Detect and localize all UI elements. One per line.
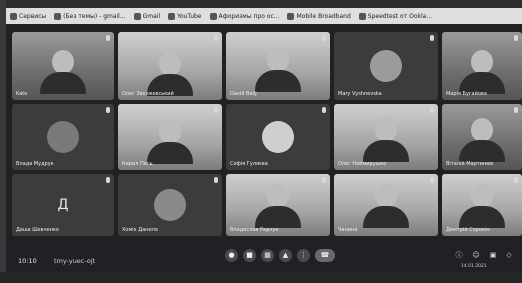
participant-video (459, 118, 505, 162)
tray-date: 14.01.2021 (461, 264, 487, 269)
participant-avatar (262, 121, 294, 153)
participant-video (459, 50, 505, 94)
mic-icon (322, 107, 326, 113)
chat-icon[interactable]: ▣ (488, 250, 498, 260)
participant-tile[interactable]: Mary Vyshnevska (334, 32, 438, 100)
participant-name: Kate (16, 91, 28, 97)
participant-video (459, 184, 505, 228)
participant-name: Віталій Мартинюк (446, 161, 494, 167)
participant-tile[interactable]: Олег Звєзжевський (118, 32, 222, 100)
participant-tile[interactable]: Віталій Мартинюк (442, 104, 522, 170)
participant-name: David Belij (230, 91, 257, 97)
bookmarks-bar: Сервисы (Без темы) - gmail... Gmail YouT… (6, 8, 522, 24)
participant-tile[interactable]: David Belij (226, 32, 330, 100)
screen: Сервисы (Без темы) - gmail... Gmail YouT… (6, 8, 522, 272)
bookmark-youtube[interactable]: YouTube (168, 12, 202, 20)
mic-icon (214, 177, 218, 183)
participant-tile[interactable]: Хоміх Данило (118, 174, 222, 236)
more-icon[interactable]: ⋮ (297, 249, 310, 262)
mic-icon (214, 107, 218, 113)
participant-name: Дмитрій Сорокін (446, 227, 490, 233)
mic-icon (322, 35, 326, 41)
info-icon[interactable]: ⓘ (454, 250, 464, 260)
page-icon (209, 12, 217, 20)
speedtest-icon (358, 12, 366, 20)
participant-video (147, 52, 193, 96)
participant-tile[interactable]: Кирил Песь (118, 104, 222, 170)
bookmark-no-subject[interactable]: (Без темы) - gmail... (54, 12, 126, 20)
participant-initial: Д (57, 197, 69, 213)
participant-video (40, 50, 86, 94)
mic-icon (514, 107, 518, 113)
participant-tile[interactable]: Софія Гуляєва (226, 104, 330, 170)
bookmark-mobile-broadband[interactable]: Mobile Broadband (287, 12, 351, 20)
participant-name: Mary Vyshnevska (338, 91, 382, 97)
people-icon[interactable]: ☺ (471, 250, 481, 260)
monitor-bezel-bottom (0, 272, 522, 283)
bookmark-services[interactable]: Сервисы (10, 12, 47, 20)
participant-avatar (154, 189, 186, 221)
bookmark-label: (Без темы) - gmail... (63, 12, 126, 20)
mic-icon (430, 35, 434, 41)
mic-icon (514, 35, 518, 41)
participant-name: Влада Мудрук (16, 161, 54, 167)
participant-video (363, 184, 409, 228)
captions-icon[interactable]: ▦ (261, 249, 274, 262)
participant-name: Владислав Радчук (230, 227, 279, 233)
bookmark-label: Speedtest от Ookla... (367, 12, 433, 20)
meeting-time: 10:10 (18, 257, 37, 265)
participant-tile[interactable]: Влада Мудрук (12, 104, 114, 170)
participant-name: Марія Бугайова (446, 91, 487, 97)
mic-icon (322, 177, 326, 183)
participant-name: Даша Шевченко (16, 227, 59, 233)
participant-tile[interactable]: Олег Наймирушко (334, 104, 438, 170)
participant-video (255, 48, 301, 92)
mic-icon (430, 107, 434, 113)
mic-icon (106, 35, 110, 41)
participant-tile[interactable]: Марія Бугайова (442, 32, 522, 100)
broadband-icon (287, 12, 295, 20)
bookmark-label: Сервисы (19, 12, 47, 20)
meeting-controls: ● ■ ▦ ▲ ⋮ ☎ ⓘ ☺ ▣ ◇ (6, 238, 522, 272)
microphone-icon[interactable]: ● (225, 249, 238, 262)
mic-icon (430, 177, 434, 183)
participant-name: Хоміх Данило (122, 227, 158, 233)
participant-tile[interactable]: Владислав Радчук (226, 174, 330, 236)
participant-avatar (370, 50, 402, 82)
participant-name: Олег Звєзжевський (122, 91, 174, 97)
gmail-icon (54, 12, 62, 20)
participant-name: Софія Гуляєва (230, 161, 268, 167)
participant-name: Кирил Песь (122, 161, 153, 167)
end-call-icon[interactable]: ☎ (315, 249, 335, 262)
mic-icon (514, 177, 518, 183)
bookmark-label: YouTube (177, 12, 202, 20)
participant-video (363, 118, 409, 162)
bookmark-aphorisms[interactable]: Афоризмы про ос... (209, 12, 280, 20)
bookmark-label: Mobile Broadband (296, 12, 351, 20)
participant-avatar (47, 121, 79, 153)
bookmark-speedtest[interactable]: Speedtest от Ookla... (358, 12, 433, 20)
bookmark-label: Афоризмы про ос... (218, 12, 280, 20)
meet-grid: Kate Олег Звєзжевський David Belij Mary … (6, 24, 522, 272)
mic-icon (106, 177, 110, 183)
camera-icon[interactable]: ■ (243, 249, 256, 262)
participant-video (255, 184, 301, 228)
bookmark-label: Gmail (142, 12, 161, 20)
mic-icon (106, 107, 110, 113)
youtube-icon (168, 12, 176, 20)
apps-icon (10, 12, 17, 20)
bookmark-gmail[interactable]: Gmail (133, 12, 161, 20)
activities-icon[interactable]: ◇ (504, 250, 514, 260)
meeting-code: tmy-yuec-ojt (54, 257, 96, 265)
participant-tile[interactable]: Kate (12, 32, 114, 100)
mic-icon (214, 35, 218, 41)
participant-tile[interactable]: Д Даша Шевченко (12, 174, 114, 236)
participant-video (147, 120, 193, 164)
participant-tile[interactable]: Дмитрій Сорокін (442, 174, 522, 236)
participant-name: Чанина (338, 227, 358, 233)
gmail-icon (133, 12, 141, 20)
participant-name: Олег Наймирушко (338, 161, 387, 167)
present-icon[interactable]: ▲ (279, 249, 292, 262)
participant-tile[interactable]: Чанина (334, 174, 438, 236)
